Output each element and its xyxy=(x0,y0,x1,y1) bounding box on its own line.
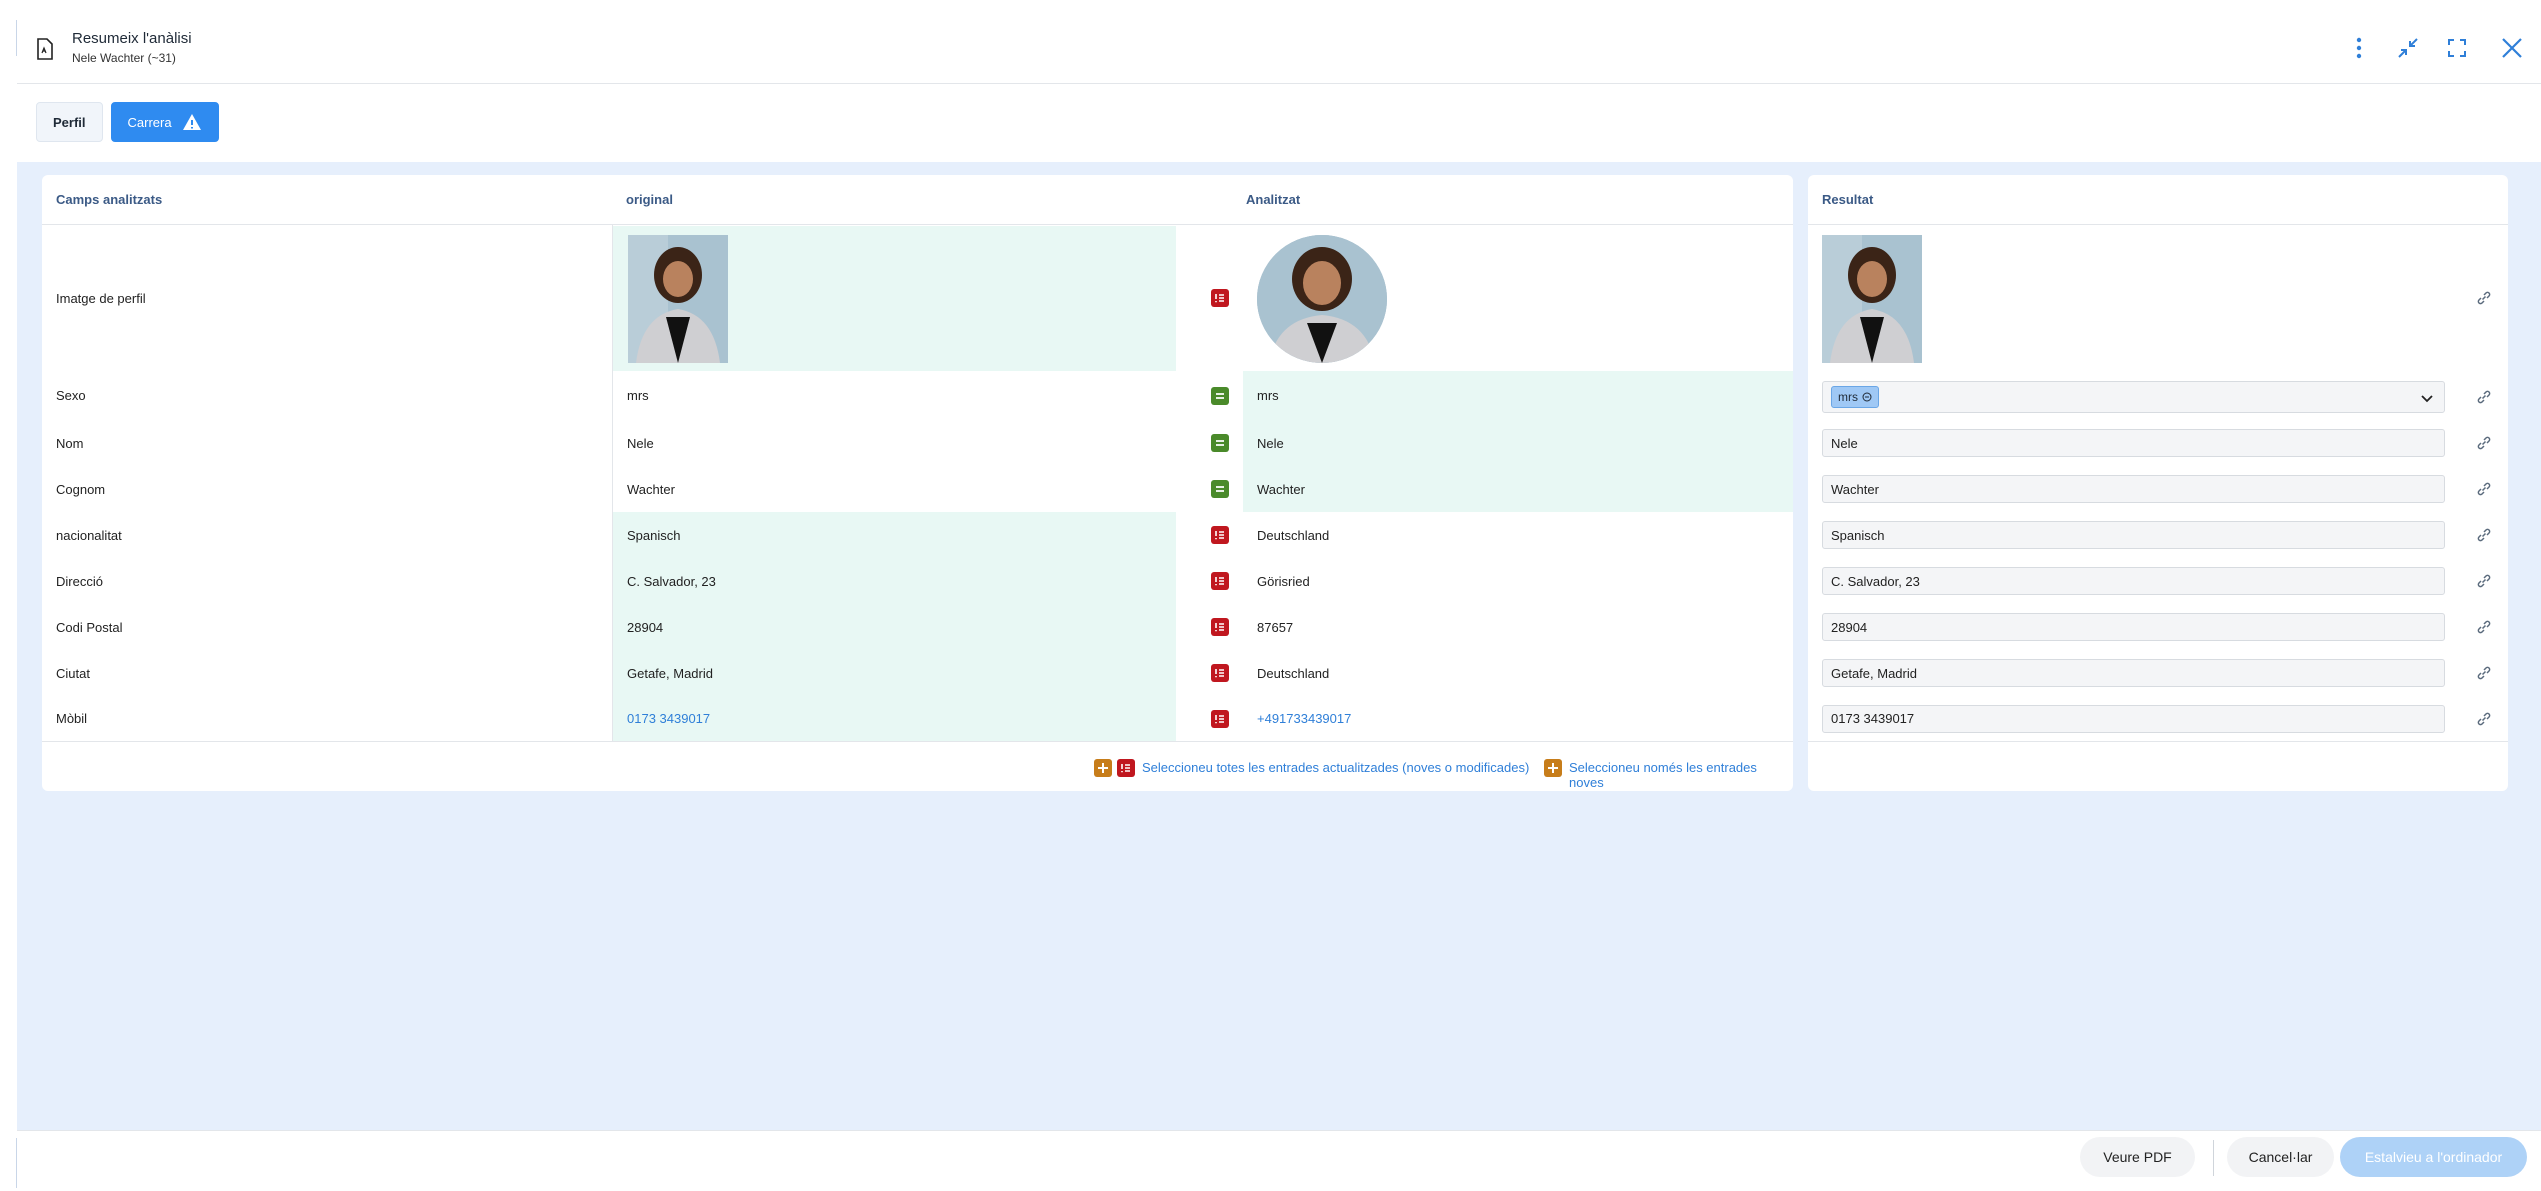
original-value: Wachter xyxy=(627,481,675,497)
result-photo xyxy=(1822,235,1922,363)
original-value: C. Salvador, 23 xyxy=(613,558,1176,604)
result-input[interactable]: Nele xyxy=(1822,429,2445,457)
tab-perfil[interactable]: Perfil xyxy=(36,102,103,142)
status-equal-icon xyxy=(1211,386,1229,405)
status-diff-icon xyxy=(1211,526,1229,544)
analyzed-value[interactable]: +491733439017 xyxy=(1243,696,1793,741)
analyzed-photo-cell xyxy=(1257,226,1793,371)
analyzed-value: Görisried xyxy=(1257,573,1310,589)
original-value: mrs xyxy=(627,388,649,403)
row-label: Codi Postal xyxy=(56,619,123,635)
link-icon[interactable] xyxy=(2476,665,2492,681)
row-label: Ciutat xyxy=(56,665,90,681)
select-new-entries-link[interactable]: Seleccioneu només les entrades noves xyxy=(1569,760,1793,790)
link-icon[interactable] xyxy=(2476,619,2492,635)
result-input[interactable]: 0173 3439017 xyxy=(1822,704,2445,733)
minimize-button[interactable] xyxy=(2394,34,2422,62)
select-updated-entries-link[interactable]: Seleccioneu totes les entrades actualitz… xyxy=(1142,760,1529,775)
result-input[interactable]: C. Salvador, 23 xyxy=(1822,567,2445,595)
original-value: Spanisch xyxy=(613,512,1176,558)
collapse-icon xyxy=(2398,38,2418,58)
document-icon xyxy=(37,38,53,60)
original-photo-cell xyxy=(613,226,1176,371)
tab-label: Carrera xyxy=(127,114,172,130)
status-diff-icon xyxy=(1211,709,1229,728)
link-icon[interactable] xyxy=(2476,389,2492,405)
analyzed-value: Wachter xyxy=(1243,466,1793,512)
status-diff-icon xyxy=(1117,759,1135,777)
result-input[interactable]: 28904 xyxy=(1822,613,2445,641)
link-icon[interactable] xyxy=(2476,527,2492,543)
more-options-button[interactable] xyxy=(2345,34,2373,62)
analyzed-value: 87657 xyxy=(1257,619,1294,635)
analyzed-value: Nele xyxy=(1243,420,1793,466)
status-diff-icon xyxy=(1211,618,1229,636)
status-diff-icon xyxy=(1211,289,1229,307)
row-label: Nom xyxy=(56,435,84,451)
person-photo-icon xyxy=(1257,235,1387,363)
tab-carrera[interactable]: Carrera xyxy=(110,102,219,142)
row-label: Cognom xyxy=(56,481,106,497)
link-icon[interactable] xyxy=(2476,711,2492,727)
cancel-button[interactable]: Cancel·lar xyxy=(2227,1137,2334,1177)
header-original: original xyxy=(612,175,1232,225)
result-input[interactable]: Spanisch xyxy=(1822,521,2445,549)
remove-chip-icon[interactable] xyxy=(1862,392,1872,402)
status-new-icon xyxy=(1544,759,1562,777)
person-photo-icon xyxy=(628,235,728,363)
result-input[interactable]: Wachter xyxy=(1822,475,2445,503)
link-icon[interactable] xyxy=(2476,573,2492,589)
analysis-summary-dialog: Resumeix l'anàlisi Nele Wachter (~31) Pe… xyxy=(17,0,2541,1191)
fullscreen-button[interactable] xyxy=(2443,34,2471,62)
header-analyzed: Analitzat xyxy=(1232,175,1793,225)
link-icon[interactable] xyxy=(2476,290,2492,306)
sexo-select[interactable]: mrs xyxy=(1822,381,2445,413)
link-icon[interactable] xyxy=(2476,435,2492,451)
analyzed-value: mrs xyxy=(1243,371,1793,420)
save-to-computer-button[interactable]: Estalvieu a l'ordinador xyxy=(2340,1137,2527,1177)
original-value[interactable]: 0173 3439017 xyxy=(613,696,1176,741)
expand-icon xyxy=(2448,39,2466,57)
status-diff-icon xyxy=(1211,572,1229,590)
warning-icon xyxy=(182,114,201,130)
close-button[interactable] xyxy=(2498,34,2526,62)
result-panel: Resultat mrs Nele Wachter Spanisch C. Salva… xyxy=(1808,175,2508,791)
original-value: 28904 xyxy=(613,604,1176,650)
selected-chip[interactable]: mrs xyxy=(1831,386,1879,408)
kebab-icon xyxy=(2356,37,2362,59)
original-photo xyxy=(628,235,728,363)
close-icon xyxy=(2502,38,2522,58)
row-label: Direcció xyxy=(56,573,103,589)
tab-label: Perfil xyxy=(53,114,86,130)
original-value: Getafe, Madrid xyxy=(613,650,1176,696)
link-icon[interactable] xyxy=(2476,481,2492,497)
status-diff-icon xyxy=(1211,664,1229,682)
header-result: Resultat xyxy=(1808,175,2508,225)
dialog-subtitle: Nele Wachter (~31) xyxy=(72,51,176,65)
chevron-down-icon[interactable] xyxy=(2420,391,2434,405)
status-equal-icon xyxy=(1211,480,1229,498)
status-new-icon xyxy=(1094,759,1112,777)
result-input[interactable]: Getafe, Madrid xyxy=(1822,659,2445,687)
analyzed-value: Deutschland xyxy=(1257,527,1330,543)
analyzed-value: Deutschland xyxy=(1257,665,1330,681)
row-label: Mòbil xyxy=(56,711,88,726)
row-label: Sexo xyxy=(56,388,86,403)
dialog-title: Resumeix l'anàlisi xyxy=(72,30,192,47)
row-label: nacionalitat xyxy=(56,527,122,543)
row-label: Imatge de perfil xyxy=(56,291,146,306)
dialog-header: Resumeix l'anàlisi Nele Wachter (~31) xyxy=(17,0,2541,84)
status-equal-icon xyxy=(1211,434,1229,452)
view-pdf-button[interactable]: Veure PDF xyxy=(2080,1137,2195,1177)
analyzed-photo xyxy=(1257,235,1387,363)
header-fields: Camps analitzats xyxy=(42,175,612,225)
original-value: Nele xyxy=(627,435,654,451)
tab-bar: Perfil Carrera xyxy=(36,102,219,142)
comparison-table: Camps analitzats original Analitzat Imat… xyxy=(42,175,1793,791)
person-photo-icon xyxy=(1822,235,1922,363)
